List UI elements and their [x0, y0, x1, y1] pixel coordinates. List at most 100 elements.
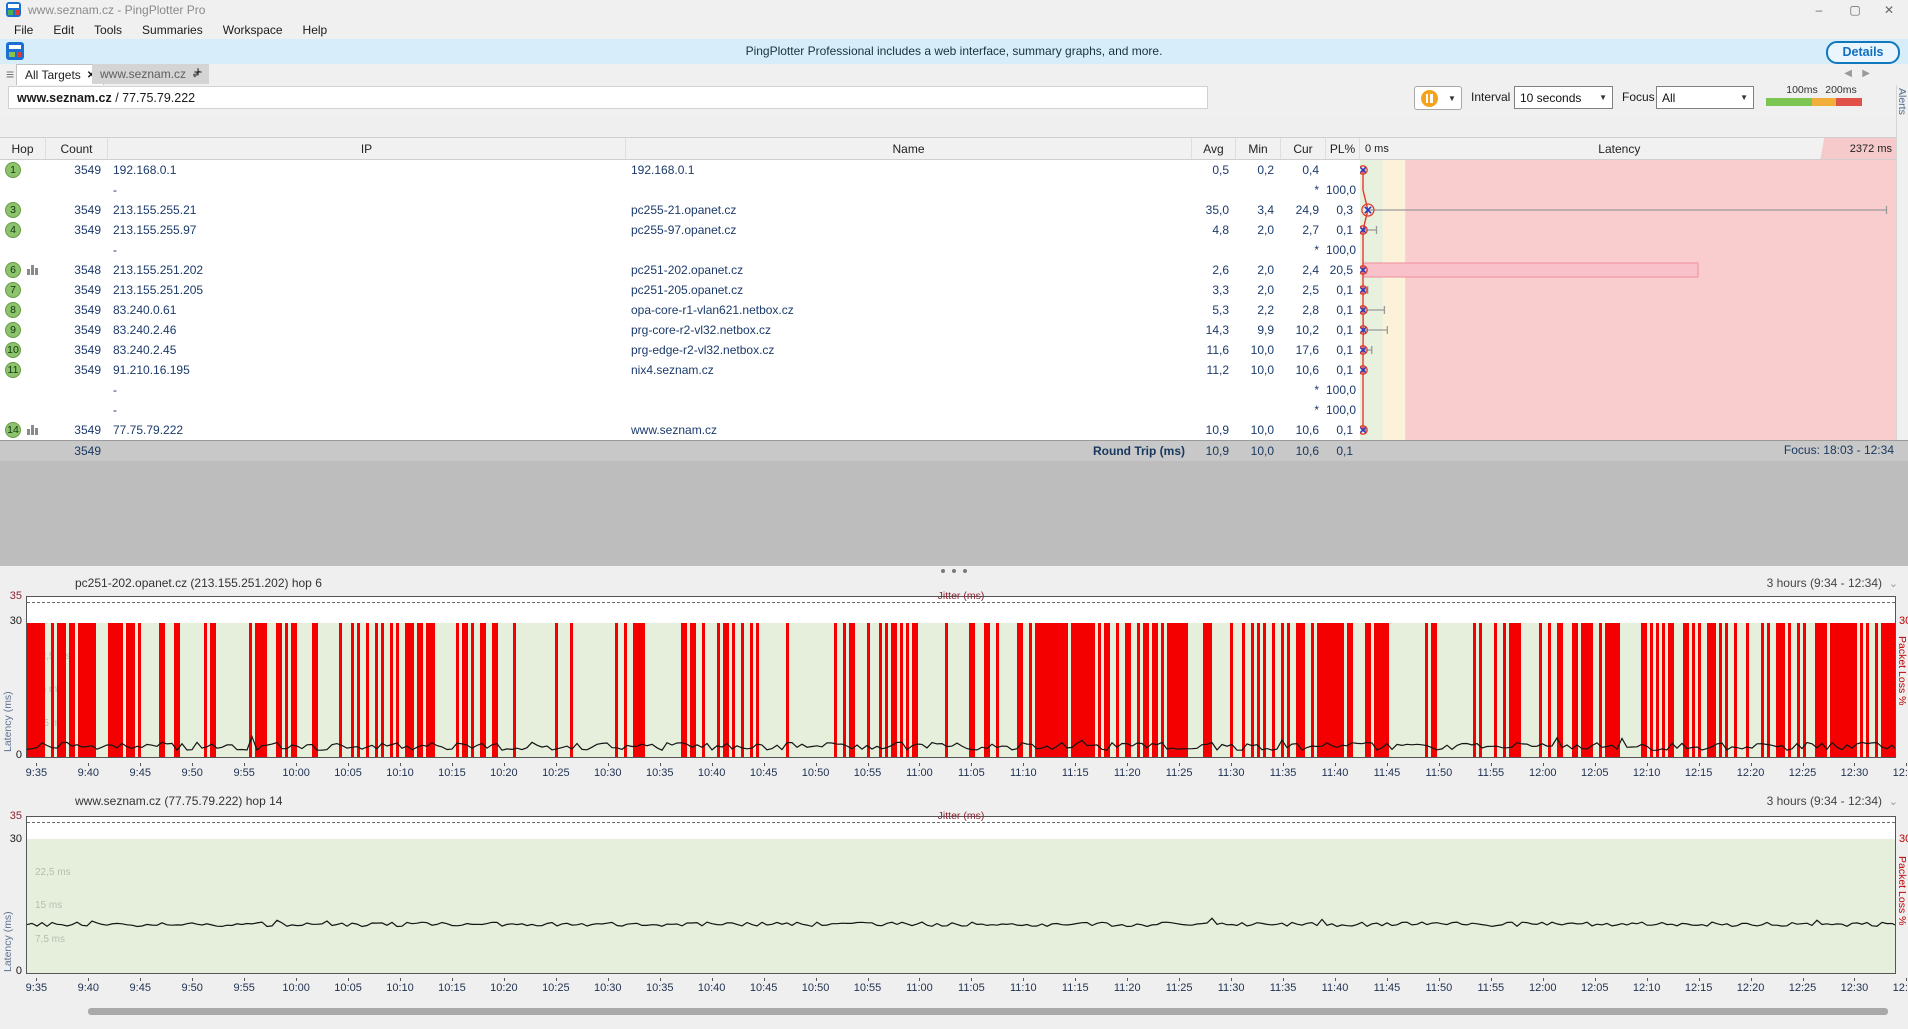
focus-select[interactable]: All ▼ — [1656, 86, 1754, 109]
table-row[interactable]: 43549213.155.255.97pc255-97.opanet.cz4,8… — [0, 220, 1360, 240]
tab-scroll-left-icon[interactable]: ◀ — [1844, 68, 1852, 79]
x-tick-label: 12:15 — [1677, 767, 1721, 779]
scale-200ms-label: 200ms — [1821, 84, 1861, 96]
x-tick-mark — [764, 978, 765, 981]
x-tick-mark — [1595, 763, 1596, 766]
table-row[interactable]: 63548213.155.251.202pc251-202.opanet.cz2… — [0, 260, 1360, 280]
x-tick-mark — [919, 978, 920, 981]
interval-select[interactable]: 10 seconds ▼ — [1514, 86, 1613, 109]
column-header-ip[interactable]: IP — [108, 138, 626, 159]
min-cell: 10,0 — [1236, 363, 1281, 377]
table-row[interactable]: 14354977.75.79.222www.seznam.cz10,910,01… — [0, 420, 1360, 440]
table-row[interactable]: 10354983.240.2.45prg-edge-r2-vl32.netbox… — [0, 340, 1360, 360]
graph2-y-max-label: 30 — [0, 833, 22, 845]
minimize-button[interactable]: – — [1802, 0, 1836, 20]
scrollbar-thumb[interactable] — [88, 1008, 1888, 1015]
x-tick-label: 12:35 — [1884, 767, 1908, 779]
maximize-button[interactable]: ▢ — [1838, 0, 1872, 20]
tab-all-targets[interactable]: All Targets ✕ — [16, 64, 104, 85]
x-tick-mark — [192, 763, 193, 766]
hop-badge: 14 — [5, 422, 21, 438]
table-row[interactable]: -*100,0 — [0, 180, 1360, 200]
table-row[interactable]: 33549213.155.255.21pc255-21.opanet.cz35,… — [0, 200, 1360, 220]
x-tick-label: 12:05 — [1573, 982, 1617, 994]
empty-area — [0, 461, 1908, 566]
x-tick-label: 11:30 — [1209, 982, 1253, 994]
table-row[interactable]: 13549192.168.0.1192.168.0.10,50,20,4 — [0, 160, 1360, 180]
pause-button[interactable] — [1414, 86, 1444, 110]
mini-graph-icon[interactable] — [27, 425, 38, 435]
pause-dropdown-button[interactable]: ▼ — [1443, 86, 1462, 110]
x-tick-label: 10:15 — [430, 982, 474, 994]
close-button[interactable]: ✕ — [1872, 0, 1906, 20]
mini-graph-icon[interactable] — [27, 265, 38, 275]
column-header-pl[interactable]: PL% — [1326, 138, 1360, 159]
pane-splitter-handle[interactable] — [0, 566, 1908, 576]
x-tick-label: 11:40 — [1313, 767, 1357, 779]
tab-target-label: www.seznam.cz — [100, 67, 186, 81]
x-tick-mark — [1543, 763, 1544, 766]
menu-item-help[interactable]: Help — [293, 23, 338, 37]
graph1-loss-max-label: 30 — [1899, 615, 1908, 627]
table-row[interactable]: -*100,0 — [0, 400, 1360, 420]
column-header-hop[interactable]: Hop — [0, 138, 46, 159]
table-row[interactable]: 9354983.240.2.46prg-core-r2-vl32.netbox.… — [0, 320, 1360, 340]
x-tick-label: 10:40 — [690, 767, 734, 779]
tab-menu-icon[interactable]: ≡ — [6, 66, 14, 82]
x-tick-mark — [816, 763, 817, 766]
x-tick-mark — [1647, 763, 1648, 766]
column-header-min[interactable]: Min — [1236, 138, 1281, 159]
details-button[interactable]: Details — [1826, 41, 1900, 64]
hop-cell: 7 — [0, 280, 46, 300]
x-tick-mark — [556, 763, 557, 766]
menu-item-workspace[interactable]: Workspace — [213, 23, 293, 37]
x-tick-mark — [1179, 763, 1180, 766]
x-tick-mark — [1335, 978, 1336, 981]
x-tick-label: 10:50 — [794, 767, 838, 779]
x-tick-label: 12:30 — [1832, 982, 1876, 994]
x-tick-mark — [452, 978, 453, 981]
ip-cell: 83.240.2.45 — [108, 343, 626, 357]
column-header-count[interactable]: Count — [46, 138, 108, 159]
cur-cell: 0,4 — [1281, 163, 1326, 177]
table-row[interactable]: 11354991.210.16.195nix4.seznam.cz11,210,… — [0, 360, 1360, 380]
avg-cell: 11,2 — [1192, 363, 1236, 377]
hop-badge: 8 — [5, 302, 21, 318]
trace-graph-svg — [1360, 160, 1896, 440]
table-row[interactable]: 8354983.240.0.61opa-core-r1-vlan621.netb… — [0, 300, 1360, 320]
table-row[interactable]: -*100,0 — [0, 380, 1360, 400]
x-tick-mark — [712, 978, 713, 981]
x-tick-mark — [452, 763, 453, 766]
avg-cell: 4,8 — [1192, 223, 1236, 237]
interval-value: 10 seconds — [1520, 91, 1581, 105]
tab-scroll-right-icon[interactable]: ▶ — [1862, 68, 1870, 79]
column-header-avg[interactable]: Avg — [1192, 138, 1236, 159]
window-title: www.seznam.cz - PingPlotter Pro — [28, 3, 205, 17]
column-header-name[interactable]: Name — [626, 138, 1192, 159]
avg-cell: 35,0 — [1192, 203, 1236, 217]
alerts-tab[interactable]: Alerts — [1896, 85, 1908, 135]
graph2-plot[interactable]: Jitter (ms) 22,5 ms 15 ms 7,5 ms — [26, 816, 1896, 974]
count-cell: 3549 — [46, 343, 108, 357]
name-cell: prg-core-r2-vl32.netbox.cz — [626, 323, 1192, 337]
menu-item-file[interactable]: File — [4, 23, 43, 37]
menu-item-tools[interactable]: Tools — [84, 23, 132, 37]
table-row[interactable]: 73549213.155.251.205pc251-205.opanet.cz3… — [0, 280, 1360, 300]
menu-item-summaries[interactable]: Summaries — [132, 23, 213, 37]
horizontal-scrollbar — [0, 1007, 1908, 1017]
chevron-down-icon[interactable]: ⌄ — [1889, 577, 1898, 590]
hop-cell: 14 — [0, 420, 46, 440]
x-tick-label: 9:40 — [66, 767, 110, 779]
new-tab-button[interactable]: + — [190, 64, 206, 81]
column-header-cur[interactable]: Cur — [1281, 138, 1326, 159]
menu-item-edit[interactable]: Edit — [43, 23, 84, 37]
x-tick-label: 11:15 — [1053, 982, 1097, 994]
hop-cell: 4 — [0, 220, 46, 240]
graph1-plot[interactable]: Jitter (ms) 22,5 ms 15 ms 7,5 ms — [26, 596, 1896, 758]
graph1-title: pc251-202.opanet.cz (213.155.251.202) ho… — [75, 576, 322, 590]
graph2-range-selector[interactable]: 3 hours (9:34 - 12:34) — [1767, 794, 1882, 808]
graph1-range-selector[interactable]: 3 hours (9:34 - 12:34) — [1767, 576, 1882, 590]
x-tick-label: 10:20 — [482, 767, 526, 779]
chevron-down-icon[interactable]: ⌄ — [1889, 795, 1898, 808]
table-row[interactable]: -*100,0 — [0, 240, 1360, 260]
